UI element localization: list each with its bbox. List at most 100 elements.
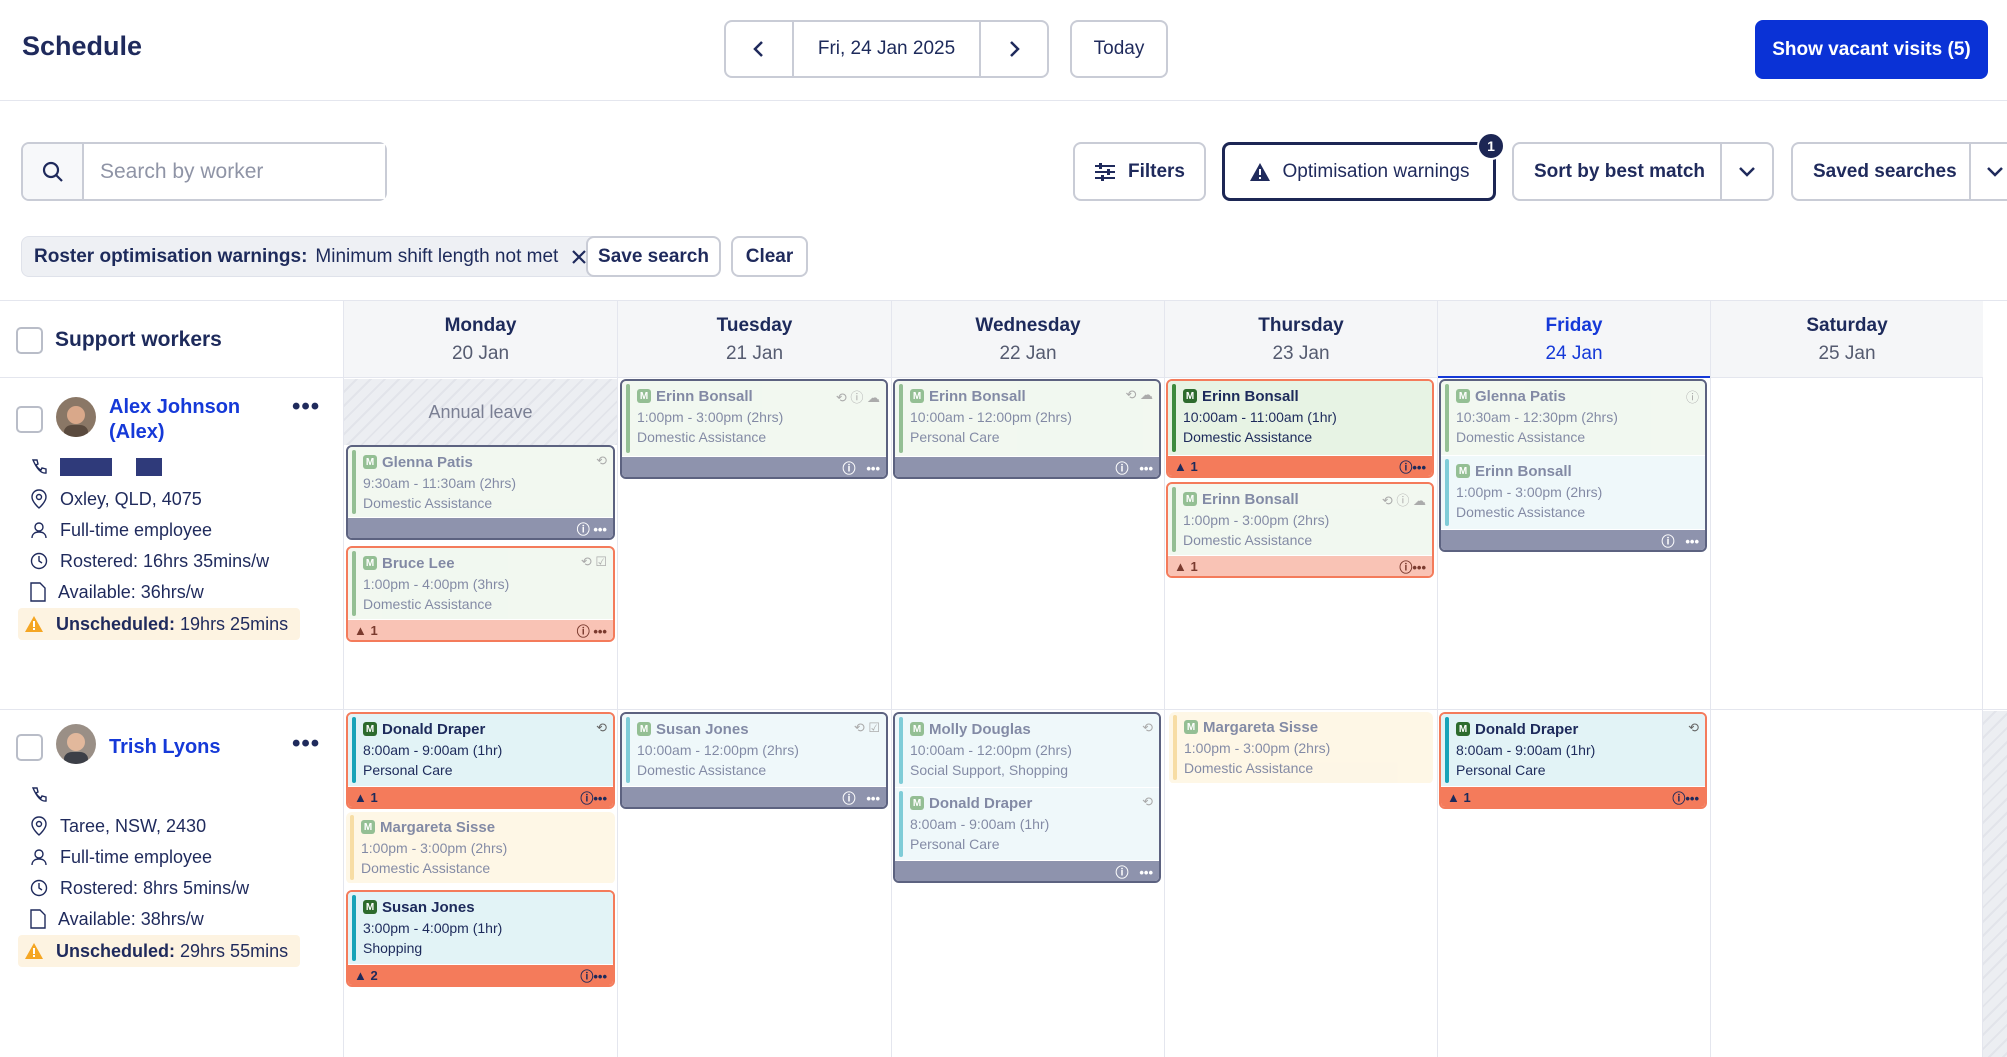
worker-unscheduled: Unscheduled: 19hrs 25mins: [18, 608, 301, 640]
search-icon[interactable]: [23, 144, 84, 199]
visit-card-group[interactable]: M Margareta Sisse 1:00pm - 3:00pm (2hrs) D…: [1169, 712, 1433, 784]
clear-filters-button[interactable]: Clear: [731, 236, 808, 277]
prev-day-button[interactable]: [726, 22, 792, 76]
visit-item[interactable]: M Erinn Bonsall 10:00am - 11:00am (1hr) Do…: [1168, 381, 1432, 456]
info-more-icon[interactable]: ⓘ •••: [577, 519, 607, 538]
visit-card-group[interactable]: M Susan Jones 3:00pm - 4:00pm (1hr) Shoppi…: [346, 890, 615, 987]
warning-icon: [25, 616, 43, 632]
visit-card-group[interactable]: M Susan Jones 10:00am - 12:00pm (2hrs) Dom…: [620, 712, 888, 809]
today-button[interactable]: Today: [1070, 20, 1168, 78]
info-more-icon[interactable]: ⓘ •••: [577, 621, 607, 640]
visit-card-group[interactable]: M Bruce Lee 1:00pm - 4:00pm (3hrs) Domesti…: [346, 546, 615, 642]
visit-card-group[interactable]: M Donald Draper 8:00am - 9:00am (1hr) Pers…: [346, 712, 615, 809]
show-vacant-visits-button[interactable]: Show vacant visits (5): [1755, 20, 1988, 79]
save-search-button[interactable]: Save search: [586, 236, 721, 277]
sort-dropdown-toggle[interactable]: [1720, 144, 1772, 199]
repeat-icon: ⟲ ☁: [1125, 387, 1153, 402]
visit-item[interactable]: M Margareta Sisse 1:00pm - 3:00pm (2hrs) D…: [346, 812, 615, 884]
visit-card-group[interactable]: M Glenna Patis 9:30am - 11:30am (2hrs) Dom…: [346, 445, 615, 540]
optimisation-warnings-label: Optimisation warnings: [1282, 160, 1470, 182]
current-date[interactable]: Fri, 24 Jan 2025: [792, 22, 981, 76]
visit-item[interactable]: M Donald Draper 8:00am - 9:00am (1hr) Pers…: [1441, 714, 1705, 787]
visit-item[interactable]: M Erinn Bonsall 10:00am - 12:00pm (2hrs) P…: [895, 381, 1159, 457]
card-footer: ⓘ •••: [895, 861, 1159, 881]
phone-icon: [31, 787, 47, 802]
visit-card-group[interactable]: M Margareta Sisse 1:00pm - 3:00pm (2hrs) D…: [346, 812, 615, 884]
warning-icon: [25, 943, 43, 959]
repeat-icon: ⟲: [1688, 720, 1699, 735]
info-more-icon[interactable]: ⓘ •••: [843, 458, 881, 477]
schedule-grid: Support workers Monday 20 Jan Tuesday 21 J…: [0, 300, 2007, 1057]
day-column: [1710, 301, 1983, 1057]
page-title: Schedule: [22, 31, 143, 61]
repeat-icon: ⟲: [1142, 794, 1153, 809]
more-options-icon[interactable]: •••: [292, 393, 320, 421]
worker-name-link[interactable]: Alex Johnson (Alex): [109, 395, 259, 445]
warning-count: ▲ 1: [1174, 558, 1198, 574]
repeat-icon: ⟲: [596, 720, 607, 735]
day-header-wednesday: Wednesday 22 Jan: [892, 301, 1164, 378]
info-icon: ⓘ: [1685, 390, 1699, 405]
clock-icon: [30, 552, 48, 570]
filters-button[interactable]: Filters: [1073, 142, 1206, 201]
worker-location: Oxley, QLD, 4075: [30, 487, 202, 511]
worker-phone: [30, 783, 48, 807]
visit-item[interactable]: M Margareta Sisse 1:00pm - 3:00pm (2hrs) D…: [1169, 712, 1433, 784]
info-more-icon[interactable]: ⓘ •••: [1116, 862, 1154, 881]
saved-searches-toggle[interactable]: [1969, 144, 2007, 199]
user-icon: [31, 849, 47, 866]
visit-item[interactable]: M Erinn Bonsall 1:00pm - 3:00pm (2hrs) Dom…: [1168, 484, 1432, 556]
visit-item[interactable]: M Bruce Lee 1:00pm - 4:00pm (3hrs) Domesti…: [348, 548, 613, 620]
workers-header: Support workers: [0, 301, 343, 378]
select-all-checkbox[interactable]: [16, 327, 43, 354]
repeat-icon: ⟲ ☑: [853, 720, 880, 735]
map-pin-icon: [31, 816, 47, 836]
visit-card-group[interactable]: M Erinn Bonsall 10:00am - 11:00am (1hr) Do…: [1166, 379, 1434, 478]
active-filter-chip: Roster optimisation warnings: Minimum sh…: [21, 236, 602, 277]
card-footer: ▲ 1 ⓘ•••: [1168, 456, 1432, 476]
visit-card-group[interactable]: M Erinn Bonsall 1:00pm - 3:00pm (2hrs) Dom…: [620, 379, 888, 479]
search-input[interactable]: [84, 144, 385, 199]
info-more-icon[interactable]: ⓘ•••: [1672, 788, 1699, 807]
next-day-button[interactable]: [981, 22, 1047, 76]
info-more-icon[interactable]: ⓘ•••: [580, 788, 607, 807]
worker-row-header: Trish Lyons ••• Taree, NSW, 2430 Full-ti…: [0, 710, 343, 1057]
worker-checkbox[interactable]: [16, 406, 43, 433]
optimisation-warnings-button[interactable]: Optimisation warnings: [1222, 142, 1496, 201]
visit-item[interactable]: M Glenna Patis 10:30am - 12:30pm (2hrs) Do…: [1441, 381, 1705, 456]
worker-row-header: Alex Johnson (Alex) ••• Oxley, QLD, 4075…: [0, 379, 343, 709]
info-more-icon[interactable]: ⓘ•••: [580, 966, 607, 985]
visit-card-group[interactable]: M Erinn Bonsall 10:00am - 12:00pm (2hrs) P…: [893, 379, 1161, 479]
visit-item[interactable]: M Erinn Bonsall 1:00pm - 3:00pm (2hrs) Dom…: [622, 381, 886, 457]
visit-item[interactable]: M Glenna Patis 9:30am - 11:30am (2hrs) Dom…: [348, 447, 613, 518]
visit-item[interactable]: M Erinn Bonsall 1:00pm - 3:00pm (2hrs) Dom…: [1441, 456, 1705, 530]
visit-card-group[interactable]: M Glenna Patis 10:30am - 12:30pm (2hrs) Do…: [1439, 379, 1707, 552]
visit-card-group[interactable]: M Donald Draper 8:00am - 9:00am (1hr) Pers…: [1439, 712, 1707, 809]
info-more-icon[interactable]: ⓘ •••: [1116, 458, 1154, 477]
visit-item[interactable]: M Molly Douglas 10:00am - 12:00pm (2hrs) S…: [895, 714, 1159, 788]
info-more-icon[interactable]: ⓘ •••: [843, 788, 881, 807]
warning-count: ▲ 2: [354, 967, 378, 983]
visit-item[interactable]: M Susan Jones 3:00pm - 4:00pm (1hr) Shoppi…: [348, 892, 613, 965]
info-more-icon[interactable]: ⓘ•••: [1399, 457, 1426, 476]
day-header-thursday: Thursday 23 Jan: [1165, 301, 1437, 378]
visit-item[interactable]: M Susan Jones 10:00am - 12:00pm (2hrs) Dom…: [622, 714, 886, 787]
visit-card-group[interactable]: M Erinn Bonsall 1:00pm - 3:00pm (2hrs) Dom…: [1166, 482, 1434, 578]
more-options-icon[interactable]: •••: [292, 730, 320, 758]
worker-checkbox[interactable]: [16, 734, 43, 761]
worker-search: [21, 142, 387, 201]
visit-card-group[interactable]: M Molly Douglas 10:00am - 12:00pm (2hrs) S…: [893, 712, 1161, 883]
info-more-icon[interactable]: ⓘ•••: [1399, 557, 1426, 576]
chevron-down-icon: [1739, 166, 1756, 177]
avatar: [56, 397, 96, 437]
card-footer: ▲ 1 ⓘ•••: [1168, 556, 1432, 576]
visit-item[interactable]: M Donald Draper 8:00am - 9:00am (1hr) Pers…: [895, 788, 1159, 861]
warning-count: ▲ 1: [354, 622, 378, 638]
saved-searches-select[interactable]: Saved searches: [1791, 142, 2007, 201]
info-more-icon[interactable]: ⓘ •••: [1662, 531, 1700, 550]
worker-name-link[interactable]: Trish Lyons: [109, 735, 221, 760]
warning-count: ▲ 1: [1174, 458, 1198, 474]
visit-item[interactable]: M Donald Draper 8:00am - 9:00am (1hr) Pers…: [348, 714, 613, 787]
avatar: [56, 724, 96, 764]
sort-select[interactable]: Sort by best match: [1512, 142, 1774, 201]
